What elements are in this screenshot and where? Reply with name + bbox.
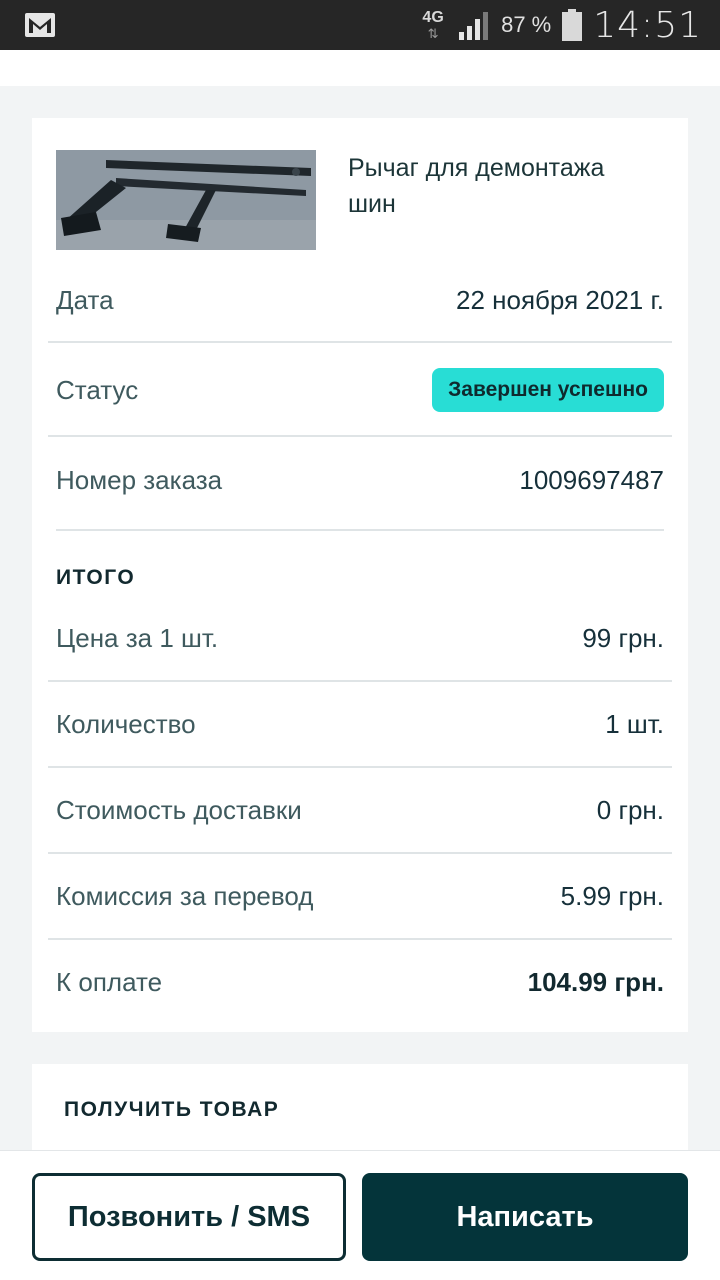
quantity-label: Количество (56, 708, 196, 739)
date-row: Дата 22 ноября 2021 г. (56, 280, 664, 320)
date-label: Дата (56, 284, 114, 315)
divider (48, 341, 672, 343)
pay-label: К оплате (56, 966, 163, 997)
quantity-value: 1 шт. (605, 708, 664, 739)
commission-value: 5.99 грн. (560, 880, 664, 911)
receive-section-title: ПОЛУЧИТЬ ТОВАР (64, 1098, 280, 1121)
status-badge: Завершен успешно (432, 368, 664, 412)
order-number-label: Номер заказа (56, 464, 223, 495)
divider (48, 680, 672, 682)
status-bar: 4G ⇅ 87 % 14:51 (0, 0, 720, 50)
data-arrows-icon: ⇅ (427, 26, 439, 41)
signal-icon (459, 12, 489, 40)
quantity-row: Количество 1 шт. (56, 704, 664, 744)
network-type: 4G (422, 9, 444, 26)
pay-value: 104.99 грн. (527, 966, 664, 997)
call-sms-button[interactable]: Позвонить / SMS (32, 1173, 346, 1261)
tire-lever-image (56, 150, 316, 250)
order-card: Рычаг для демонтажа шин Дата 22 ноября 2… (32, 118, 688, 1032)
delivery-label: Стоимость доставки (56, 794, 302, 825)
status-row: Статус Завершен успешно (56, 366, 664, 414)
commission-label: Комиссия за перевод (56, 880, 314, 911)
bottom-action-bar: Позвонить / SMS Написать (0, 1150, 720, 1280)
battery-percent: 87 % (501, 12, 552, 37)
pay-row: К оплате 104.99 грн. (56, 962, 664, 1002)
divider (48, 852, 672, 854)
product-title[interactable]: Рычаг для демонтажа шин (348, 150, 648, 222)
date-value: 22 ноября 2021 г. (456, 284, 664, 315)
price-label: Цена за 1 шт. (56, 622, 219, 653)
order-number-row: Номер заказа 1009697487 (56, 460, 664, 500)
divider (48, 938, 672, 940)
delivery-value: 0 грн. (596, 794, 664, 825)
header-strip (0, 50, 720, 86)
clock: 14:51 (593, 4, 702, 46)
divider (56, 529, 664, 531)
product-image[interactable] (56, 150, 316, 250)
price-value: 99 грн. (582, 622, 664, 653)
network-indicator: 4G ⇅ (419, 9, 447, 41)
write-message-button[interactable]: Написать (362, 1173, 688, 1261)
total-section-title: ИТОГО (56, 566, 136, 589)
gmail-icon (25, 13, 55, 37)
divider (48, 435, 672, 437)
divider (48, 766, 672, 768)
battery-icon (562, 9, 583, 41)
status-label: Статус (56, 374, 139, 405)
order-number-value[interactable]: 1009697487 (519, 465, 664, 496)
delivery-row: Стоимость доставки 0 грн. (56, 790, 664, 830)
commission-row: Комиссия за перевод 5.99 грн. (56, 876, 664, 916)
price-row: Цена за 1 шт. 99 грн. (56, 618, 664, 658)
